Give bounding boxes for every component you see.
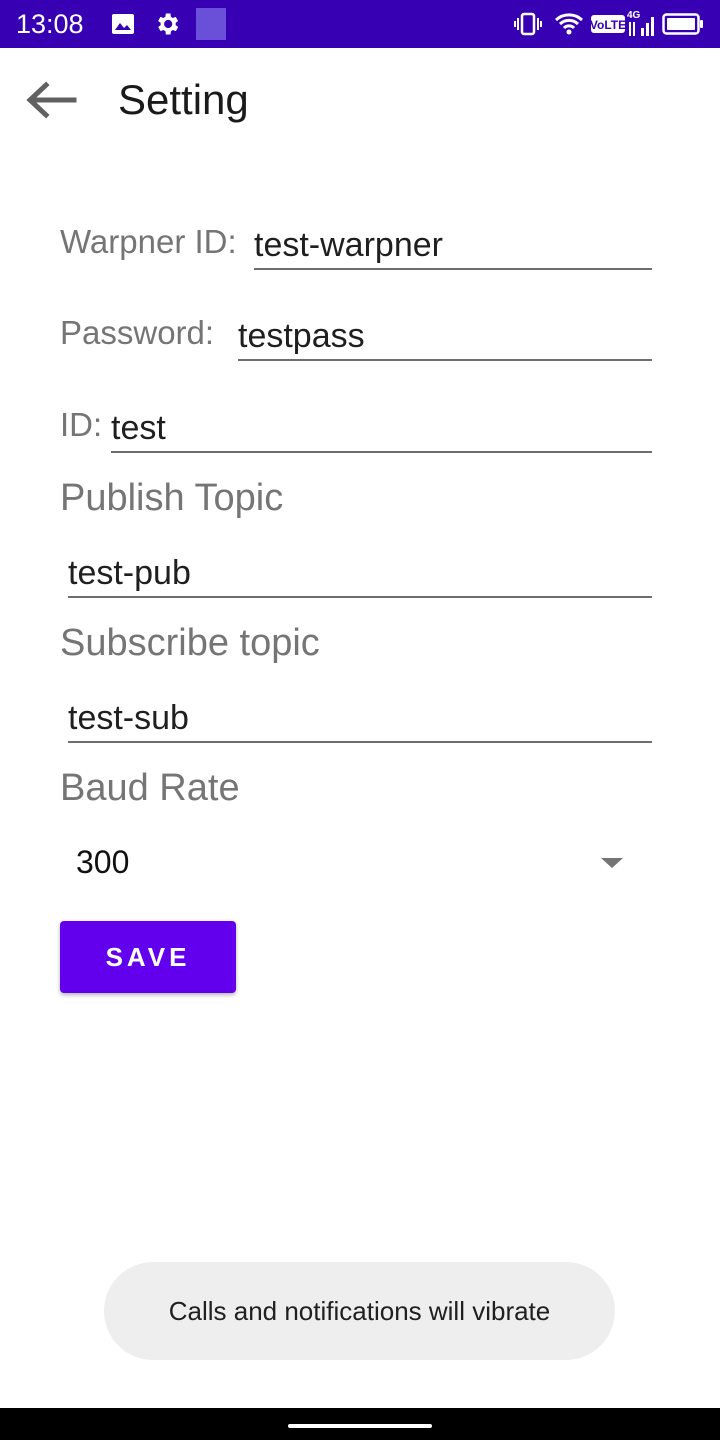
status-time: 13:08 <box>16 9 84 39</box>
app-toolbar: Setting <box>0 48 720 152</box>
toast-message: Calls and notifications will vibrate <box>104 1262 615 1360</box>
subscribe-topic-field[interactable] <box>68 695 652 743</box>
volte-icon: VoLTE <box>590 14 626 39</box>
publish-topic-label: Publish Topic <box>60 477 284 519</box>
dropdown-arrow-icon <box>600 856 624 874</box>
warpner-id-field[interactable] <box>254 222 652 270</box>
status-bar: 13:08 VoLTE 4G <box>0 0 720 48</box>
app-square-icon <box>196 8 226 40</box>
signal-4g-icon: 4G <box>627 8 659 43</box>
gear-icon <box>153 10 181 43</box>
id-label: ID: <box>60 406 103 443</box>
battery-icon <box>662 12 704 41</box>
vibrate-icon <box>514 12 542 41</box>
navigation-bar <box>0 1408 720 1440</box>
home-handle[interactable] <box>288 1424 432 1428</box>
baud-rate-dropdown[interactable]: 300 <box>60 834 652 890</box>
warpner-id-label: Warpner ID: <box>60 223 237 260</box>
svg-text:VoLTE: VoLTE <box>590 18 626 32</box>
password-field[interactable] <box>238 313 652 361</box>
back-button[interactable] <box>22 76 86 124</box>
publish-topic-field[interactable] <box>68 550 652 598</box>
page-title: Setting <box>118 76 249 123</box>
image-icon <box>111 12 135 41</box>
baud-rate-selected: 300 <box>76 844 130 880</box>
subscribe-topic-label: Subscribe topic <box>60 622 320 664</box>
id-field[interactable] <box>111 405 652 453</box>
svg-text:4G: 4G <box>627 10 641 21</box>
arrow-back-icon <box>26 81 77 119</box>
wifi-icon <box>554 12 584 41</box>
baud-rate-label: Baud Rate <box>60 767 240 809</box>
password-label: Password: <box>60 314 215 351</box>
save-button[interactable]: SAVE <box>60 921 236 993</box>
